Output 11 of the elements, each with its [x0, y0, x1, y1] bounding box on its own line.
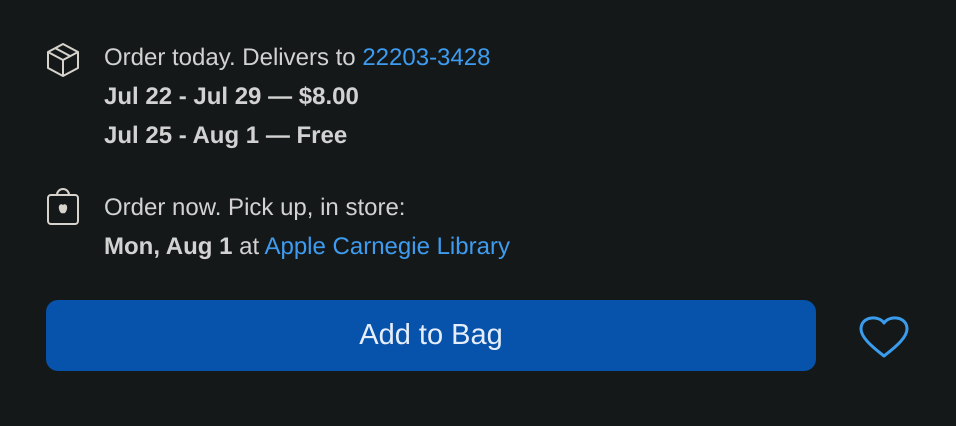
favorite-heart-icon[interactable] [858, 314, 910, 358]
delivery-option: Jul 22 - Jul 29 — $8.00 [104, 77, 490, 116]
pickup-info: Order now. Pick up, in store: [104, 193, 406, 223]
delivery-info: Order today. Delivers to 22203-3428 [104, 43, 490, 73]
pickup-date: Mon, Aug 1 at Apple Carnegie Library [104, 232, 510, 262]
shopping-bag-icon [46, 186, 80, 226]
zip-code-link[interactable]: 22203-3428 [362, 44, 490, 71]
add-to-bag-button[interactable]: Add to Bag [46, 300, 816, 371]
delivery-option: Jul 25 - Aug 1 — Free [104, 116, 490, 155]
box-icon [46, 42, 80, 78]
store-link[interactable]: Apple Carnegie Library [264, 233, 510, 260]
